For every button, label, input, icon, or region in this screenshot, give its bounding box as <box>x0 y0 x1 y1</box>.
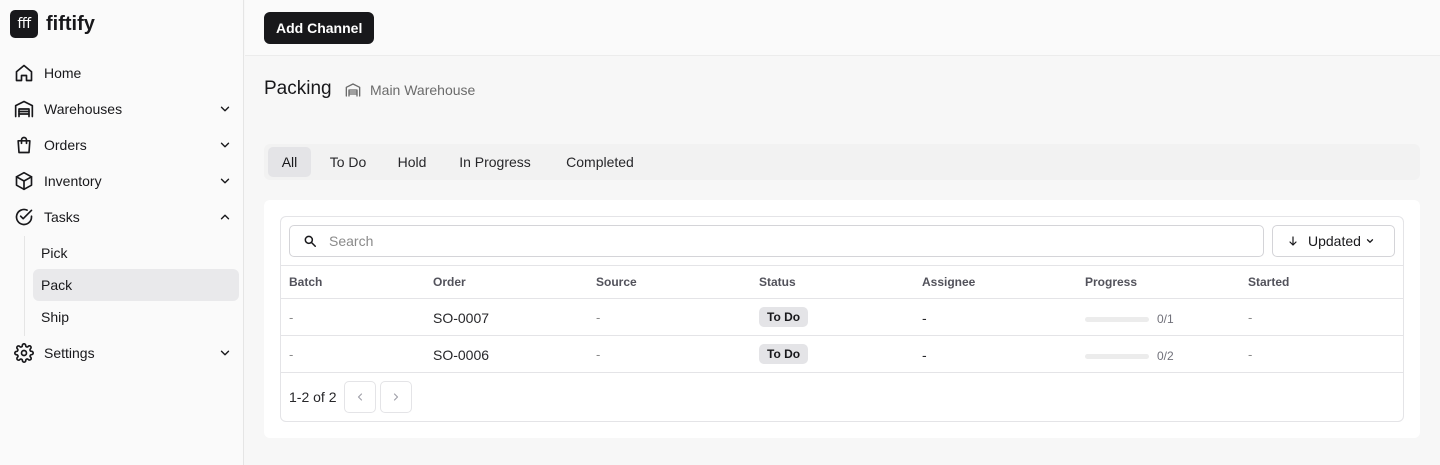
search-input[interactable] <box>329 233 1229 249</box>
chevron-down-icon <box>220 106 230 112</box>
tab-to-do[interactable]: To Do <box>320 147 376 177</box>
column-header-progress[interactable]: Progress <box>1085 275 1137 289</box>
tab-hold[interactable]: Hold <box>388 147 436 177</box>
status-badge: To Do <box>759 307 809 327</box>
cell-started: - <box>1248 347 1253 362</box>
chevron-up-icon <box>220 214 230 220</box>
sidebar-item-label: Warehouses <box>44 101 123 117</box>
column-header-order[interactable]: Order <box>433 275 466 289</box>
sidebar-item-warehouses[interactable]: Warehouses <box>12 94 238 124</box>
chevron-left-icon <box>358 393 363 401</box>
column-header-batch[interactable]: Batch <box>289 275 322 289</box>
column-header-status[interactable]: Status <box>759 275 796 289</box>
status-tabs: All To Do Hold In Progress Completed <box>264 144 1420 180</box>
progress-indicator: 0/1 <box>1085 312 1174 326</box>
tab-completed[interactable]: Completed <box>556 147 644 177</box>
sidebar-item-label: Inventory <box>44 173 102 189</box>
sidebar-item-label: Tasks <box>44 209 80 225</box>
progress-bar <box>1085 317 1149 322</box>
table-header: Batch Order Source Status Assignee Progr… <box>281 265 1403 299</box>
sidebar-item-label: Orders <box>44 137 87 153</box>
column-header-started[interactable]: Started <box>1248 275 1289 289</box>
next-page-button[interactable] <box>380 381 413 413</box>
progress-bar <box>1085 354 1149 359</box>
gear-icon <box>12 341 36 365</box>
cell-order: SO-0006 <box>433 347 490 363</box>
progress-text: 0/1 <box>1157 312 1174 326</box>
table-row[interactable]: - SO-0007 - To Do - 0/1 - <box>281 299 1403 336</box>
cell-source: - <box>596 310 601 325</box>
sidebar-item-label: Settings <box>44 345 95 361</box>
cell-assignee: - <box>922 310 927 326</box>
chevron-right-icon <box>394 393 399 401</box>
column-header-assignee[interactable]: Assignee <box>922 275 975 289</box>
warehouse-name: Main Warehouse <box>370 82 476 98</box>
cell-started: - <box>1248 310 1253 325</box>
chevron-down-icon <box>220 142 230 148</box>
cell-batch: - <box>289 310 294 325</box>
search-box[interactable] <box>289 225 1264 257</box>
sidebar-subitem-pick[interactable]: Pick <box>33 237 239 269</box>
sidebar-item-tasks[interactable]: Tasks <box>12 202 238 232</box>
brand-name: fiftify <box>46 12 95 35</box>
sort-label: Updated <box>1308 233 1361 249</box>
page-title: Packing <box>264 78 332 99</box>
sidebar-subitem-ship[interactable]: Ship <box>33 301 239 333</box>
tab-all[interactable]: All <box>268 147 311 177</box>
cell-assignee: - <box>922 347 927 363</box>
column-header-source[interactable]: Source <box>596 275 637 289</box>
arrow-down-icon <box>1289 236 1297 246</box>
brand-logo: fff <box>10 10 38 38</box>
packing-card: Updated Batch Order Source Status Assign… <box>264 200 1420 438</box>
pagination-summary: 1-2 of 2 <box>289 389 337 405</box>
add-channel-button[interactable]: Add Channel <box>264 12 375 44</box>
box-icon <box>12 169 36 193</box>
progress-text: 0/2 <box>1157 349 1174 363</box>
top-bar: Add Channel <box>245 0 1440 56</box>
shopping-bag-icon <box>12 133 36 157</box>
sidebar-item-settings[interactable]: Settings <box>12 338 238 368</box>
warehouse-indicator: Main Warehouse <box>345 82 475 98</box>
chevron-down-icon <box>1366 239 1374 243</box>
brand[interactable]: fff fiftify <box>10 10 95 38</box>
sort-dropdown[interactable]: Updated <box>1272 225 1395 257</box>
sidebar-subitem-pack[interactable]: Pack <box>33 269 239 301</box>
chevron-down-icon <box>220 178 230 184</box>
sidebar-item-orders[interactable]: Orders <box>12 130 238 160</box>
tab-in-progress[interactable]: In Progress <box>450 147 540 177</box>
table-row[interactable]: - SO-0006 - To Do - 0/2 - <box>281 336 1403 373</box>
warehouse-icon <box>12 97 36 121</box>
status-badge: To Do <box>759 344 809 364</box>
previous-page-button[interactable] <box>344 381 377 413</box>
sidebar-item-home[interactable]: Home <box>12 58 238 88</box>
submenu-guide <box>24 236 25 336</box>
pagination: 1-2 of 2 <box>289 381 413 413</box>
packing-table-container: Updated Batch Order Source Status Assign… <box>280 216 1404 422</box>
warehouse-icon <box>345 83 361 97</box>
progress-indicator: 0/2 <box>1085 349 1174 363</box>
home-icon <box>12 61 36 85</box>
sidebar-item-label: Home <box>44 65 82 81</box>
chevron-down-icon <box>220 350 230 356</box>
cell-source: - <box>596 347 601 362</box>
sidebar: fff fiftify Home Warehouses Orders Inven… <box>0 0 244 465</box>
cell-order: SO-0007 <box>433 310 490 326</box>
check-circle-icon <box>12 205 36 229</box>
sidebar-item-inventory[interactable]: Inventory <box>12 166 238 196</box>
search-icon <box>304 235 317 248</box>
cell-batch: - <box>289 347 294 362</box>
